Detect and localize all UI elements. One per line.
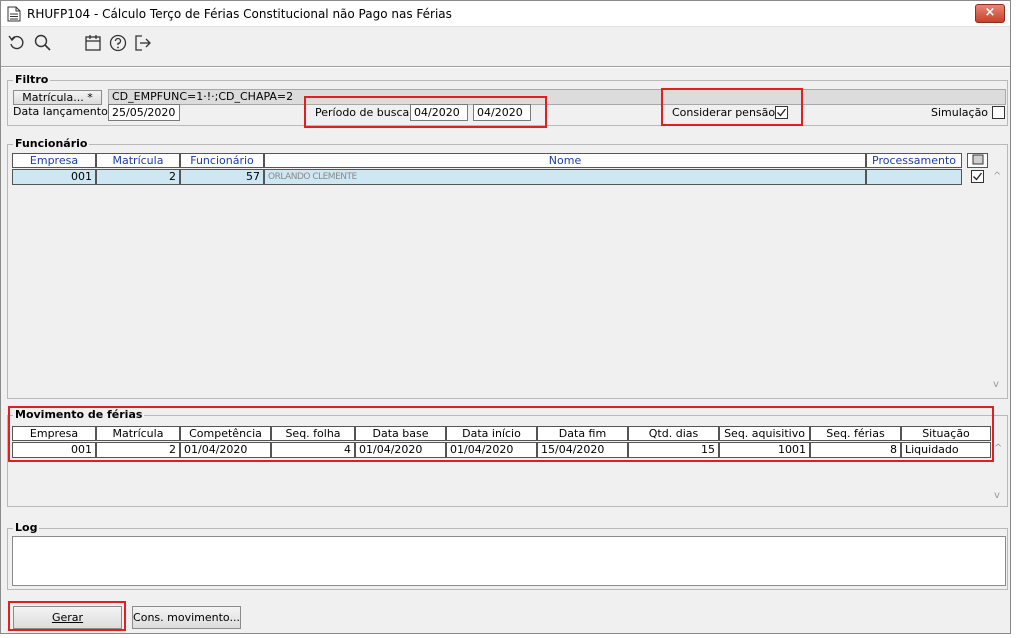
row-select-checkbox[interactable] — [971, 170, 984, 183]
scroll-down-icon[interactable]: v — [993, 379, 999, 390]
refresh-icon[interactable] — [7, 33, 27, 53]
cell-nome: ORLANDO CLEMENTE — [264, 169, 866, 185]
cell-funcionario: 57 — [180, 169, 264, 185]
mcol-data-inicio[interactable]: Data início — [446, 426, 537, 441]
filtro-title: Filtro — [13, 73, 51, 86]
periodo-inicio-field[interactable]: 04/2020 — [410, 104, 468, 121]
col-processamento[interactable]: Processamento — [866, 153, 962, 168]
main-window: RHUFP104 - Cálculo Terço de Férias Const… — [0, 0, 1011, 634]
mcol-situacao[interactable]: Situação — [901, 426, 991, 441]
mcell-data-base: 01/04/2020 — [355, 442, 446, 458]
cons-movimento-button[interactable]: Cons. movimento... — [132, 606, 241, 629]
mcell-seq-ferias: 8 — [810, 442, 901, 458]
window-title: RHUFP104 - Cálculo Terço de Férias Const… — [27, 7, 452, 21]
periodo-busca-label: Período de busca — [315, 106, 410, 119]
title-bar: RHUFP104 - Cálculo Terço de Férias Const… — [1, 1, 1010, 27]
help-icon[interactable] — [108, 33, 128, 53]
select-all-icon — [972, 154, 983, 165]
mcell-data-fim: 15/04/2020 — [537, 442, 628, 458]
scroll-up-icon[interactable]: ^ — [994, 443, 1002, 454]
scroll-up-icon[interactable]: ^ — [993, 171, 1001, 182]
mcell-qtd-dias: 15 — [628, 442, 719, 458]
matricula-button[interactable]: Matrícula... * — [13, 90, 102, 105]
toolbar-separator — [1, 66, 1010, 68]
scroll-down-icon[interactable]: v — [994, 490, 1000, 501]
mcol-matricula[interactable]: Matrícula — [96, 426, 180, 441]
matricula-button-label: Matrícula... * — [22, 91, 93, 104]
mcol-seq-ferias[interactable]: Seq. férias — [810, 426, 901, 441]
considerar-pensao-checkbox[interactable] — [775, 106, 788, 119]
movimento-title: Movimento de férias — [13, 408, 145, 421]
cell-matricula: 2 — [96, 169, 180, 185]
periodo-fim-field[interactable]: 04/2020 — [473, 104, 531, 121]
gerar-button[interactable]: Gerar — [13, 606, 122, 629]
close-button[interactable]: × — [975, 4, 1005, 23]
document-icon — [7, 6, 21, 22]
col-matricula[interactable]: Matrícula — [96, 153, 180, 168]
mcol-competencia[interactable]: Competência — [180, 426, 271, 441]
mcol-seq-folha[interactable]: Seq. folha — [271, 426, 355, 441]
mcell-data-inicio: 01/04/2020 — [446, 442, 537, 458]
data-lancamento-label: Data lançamento — [13, 105, 108, 118]
simulacao-checkbox[interactable] — [992, 106, 1005, 119]
log-textarea[interactable] — [12, 536, 1006, 586]
mcell-matricula: 2 — [96, 442, 180, 458]
col-nome[interactable]: Nome — [264, 153, 866, 168]
exit-icon[interactable] — [133, 33, 153, 53]
col-empresa[interactable]: Empresa — [12, 153, 96, 168]
mcol-qtd-dias[interactable]: Qtd. dias — [628, 426, 719, 441]
mcol-data-fim[interactable]: Data fim — [537, 426, 628, 441]
mcell-situacao: Liquidado — [901, 442, 991, 458]
mcol-seq-aquisitivo[interactable]: Seq. aquisitivo — [719, 426, 810, 441]
mcell-empresa: 001 — [12, 442, 96, 458]
cons-movimento-button-label: Cons. movimento... — [133, 611, 240, 624]
log-title: Log — [13, 521, 40, 534]
mcol-data-base[interactable]: Data base — [355, 426, 446, 441]
cell-empresa: 001 — [12, 169, 96, 185]
considerar-pensao-label: Considerar pensão — [672, 106, 776, 119]
mcell-seq-aquisitivo: 1001 — [719, 442, 810, 458]
data-lancamento-field[interactable]: 25/05/2020 — [108, 104, 180, 121]
mcell-seq-folha: 4 — [271, 442, 355, 458]
mcol-empresa[interactable]: Empresa — [12, 426, 96, 441]
matricula-filter-field: CD_EMPFUNC=1·!·;CD_CHAPA=2 — [108, 89, 1006, 105]
cell-processamento — [866, 169, 962, 185]
search-icon[interactable] — [33, 33, 53, 53]
mcell-competencia: 01/04/2020 — [180, 442, 271, 458]
col-funcionario[interactable]: Funcionário — [180, 153, 264, 168]
funcionario-title: Funcionário — [13, 137, 90, 150]
calendar-icon[interactable] — [83, 33, 103, 53]
toolbar — [1, 29, 1010, 59]
checkmark-icon — [973, 172, 983, 181]
close-icon: × — [984, 5, 996, 20]
simulacao-label: Simulação — [931, 106, 989, 119]
checkmark-icon — [777, 108, 787, 117]
select-all-header[interactable] — [967, 153, 988, 168]
gerar-button-label: Gerar — [51, 611, 84, 624]
